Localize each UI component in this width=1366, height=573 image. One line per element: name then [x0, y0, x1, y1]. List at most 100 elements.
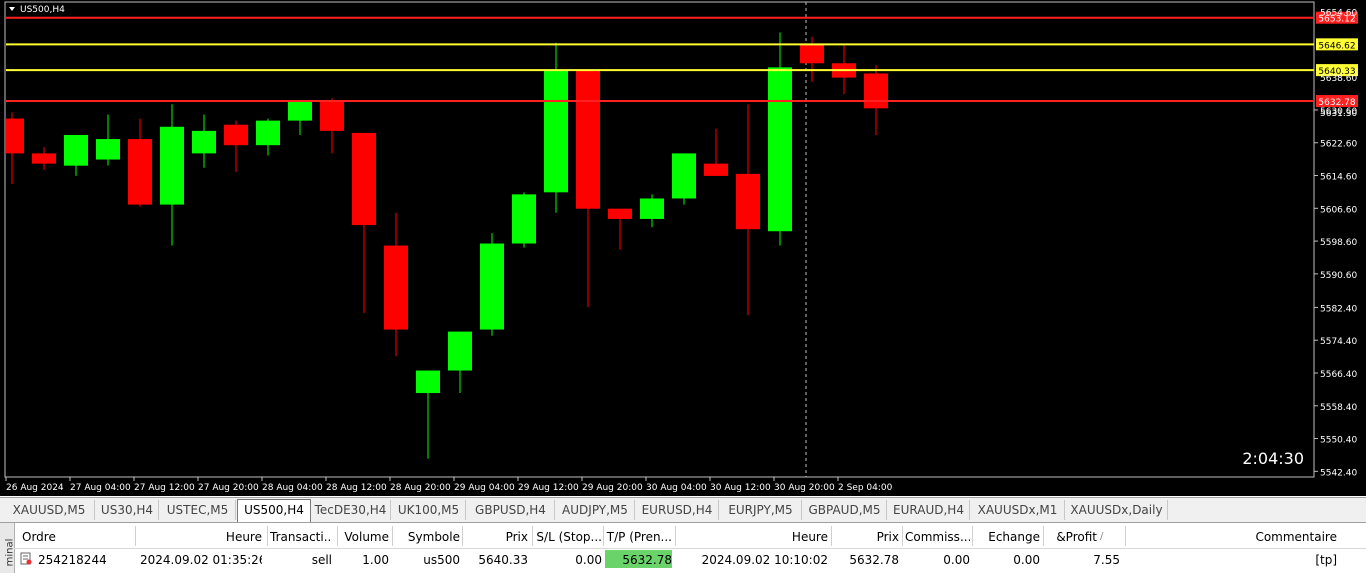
tab-uk100-m5[interactable]: UK100,M5 — [392, 500, 466, 520]
column-header[interactable]: Volume — [340, 529, 389, 545]
tab-ustec-m5[interactable]: USTEC,M5 — [160, 500, 236, 520]
tab-us500-h4[interactable]: US500,H4 — [237, 499, 311, 522]
column-separator[interactable] — [267, 526, 268, 546]
close-price: 5632.78 — [849, 553, 899, 567]
column-separator[interactable] — [972, 526, 973, 546]
price-tick-label: 5630.60 — [1320, 107, 1357, 117]
price-tick-label: 5638.60 — [1320, 74, 1357, 84]
candle-body — [864, 73, 888, 109]
candle-body — [640, 198, 664, 219]
column-separator[interactable] — [532, 526, 533, 546]
tab-eurjpy-m5[interactable]: EURJPY,M5 — [720, 500, 802, 520]
chart-title: US500,H4 — [20, 5, 65, 15]
column-header[interactable]: T/P (Pren... — [605, 529, 672, 545]
volume: 1.00 — [362, 553, 389, 567]
time-tick-label: 30 Aug 12:00 — [710, 483, 771, 493]
price-level-label: 5646.62 — [1318, 41, 1355, 51]
column-separator[interactable] — [462, 526, 463, 546]
time-tick-label: 26 Aug 2024 — [6, 483, 64, 493]
swap: 0.00 — [1013, 553, 1040, 567]
tab-xauusd-m5[interactable]: XAUUSD,M5 — [4, 500, 95, 520]
candle-body — [448, 331, 472, 371]
tab-us30-h4[interactable]: US30,H4 — [96, 500, 159, 520]
candle-body — [768, 67, 792, 232]
candle-body — [736, 173, 760, 230]
comment: [tp] — [1315, 553, 1337, 567]
column-header[interactable]: Transacti... — [270, 529, 332, 545]
candle-body — [224, 124, 248, 146]
order-id: 254218244 — [38, 553, 107, 567]
column-separator[interactable] — [392, 526, 393, 546]
price-tick-label: 5550.40 — [1320, 436, 1357, 446]
price-tick-label: 5614.60 — [1320, 173, 1357, 183]
price-tick-label: 5590.60 — [1320, 271, 1357, 281]
time-tick-label: 30 Aug 20:00 — [774, 483, 835, 493]
column-header[interactable]: S/L (Stop... — [535, 529, 602, 545]
time-tick-label: 27 Aug 12:00 — [134, 483, 195, 493]
price-tick-label: 5622.60 — [1320, 140, 1357, 150]
price-tick-label: 5558.40 — [1320, 403, 1357, 413]
candle-body — [288, 100, 312, 121]
chart-menu-triangle-icon[interactable] — [9, 7, 15, 11]
terminal-panel: minal Ordre Heure Transacti... Volume Symbol… — [0, 522, 1366, 573]
column-header[interactable]: Symbole — [395, 529, 460, 545]
price-tick-label: 5606.60 — [1320, 205, 1357, 215]
column-header[interactable]: Ordre — [22, 529, 132, 545]
candle-body — [544, 69, 568, 193]
column-separator[interactable] — [337, 526, 338, 546]
column-header[interactable]: &Profit — [1045, 529, 1097, 545]
column-header[interactable]: Echange — [975, 529, 1040, 545]
column-header[interactable]: Heure — [140, 529, 262, 545]
column-header[interactable]: Prix — [465, 529, 528, 545]
price-tick-label: 5542.40 — [1320, 468, 1357, 478]
candle-body — [64, 134, 88, 166]
candle-body — [704, 163, 728, 176]
time-tick-label: 28 Aug 04:00 — [262, 483, 323, 493]
open-price: 5640.33 — [478, 553, 528, 567]
tab-euraud-h4[interactable]: EURAUD,H4 — [888, 500, 970, 520]
trade-type: sell — [311, 553, 332, 567]
column-separator[interactable] — [135, 526, 136, 546]
column-header[interactable]: Commiss... — [905, 529, 970, 545]
tab-xauusdx-daily[interactable]: XAUUSDx,Daily — [1066, 500, 1168, 520]
tab-xauusdx-m1[interactable]: XAUUSDx,M1 — [971, 500, 1065, 520]
tab-eurusd-h4[interactable]: EURUSD,H4 — [636, 500, 719, 520]
column-separator[interactable] — [1043, 526, 1044, 546]
time-tick-label: 29 Aug 12:00 — [518, 483, 579, 493]
column-header[interactable]: Commentaire — [1130, 529, 1337, 545]
column-separator[interactable] — [831, 526, 832, 546]
time-tick-label: 27 Aug 20:00 — [198, 483, 259, 493]
tab-gbpusd-h4[interactable]: GBPUSD,H4 — [467, 500, 555, 520]
column-separator[interactable] — [1125, 526, 1126, 546]
chart-tabs: XAUUSD,M5 US30,H4 USTEC,M5 US500,H4 TecDE30,… — [0, 497, 1366, 522]
candle-body — [576, 69, 600, 209]
column-separator[interactable] — [675, 526, 676, 546]
tab-tecde30-h4[interactable]: TecDE30,H4 — [311, 500, 391, 520]
candle-body — [352, 132, 376, 226]
candle-body — [800, 44, 824, 64]
time-tick-label: 28 Aug 12:00 — [326, 483, 387, 493]
column-separator[interactable] — [902, 526, 903, 546]
column-header[interactable]: Prix — [835, 529, 899, 545]
time-tick-label: 29 Aug 04:00 — [454, 483, 515, 493]
column-separator[interactable] — [603, 526, 604, 546]
column-header[interactable]: / — [1100, 529, 1114, 545]
column-header[interactable]: Heure — [680, 529, 828, 545]
time-tick-label: 28 Aug 20:00 — [390, 483, 451, 493]
candle-body — [160, 126, 184, 205]
terminal-side-label[interactable]: minal — [0, 523, 15, 573]
tab-audjpy-m5[interactable]: AUDJPY,M5 — [556, 500, 635, 520]
candle-body — [32, 153, 56, 164]
chart-area[interactable]: 5653.12 5646.62 5640.33 5632.78 5631.30 5630… — [0, 0, 1366, 496]
tab-gbpaud-m5[interactable]: GBPAUD,M5 — [803, 500, 887, 520]
candle-body — [672, 153, 696, 199]
candle-body — [192, 130, 216, 154]
price-tick-label: 5582.40 — [1320, 304, 1357, 314]
candle-body — [480, 243, 504, 330]
candle-body — [608, 208, 632, 219]
profit: 7.55 — [1093, 553, 1120, 567]
candle-body — [96, 139, 120, 160]
candlestick-chart[interactable]: 5653.125646.625640.335632.785631.30 5630… — [0, 0, 1366, 496]
candle-body — [256, 120, 280, 146]
time-tick-label: 27 Aug 04:00 — [70, 483, 131, 493]
